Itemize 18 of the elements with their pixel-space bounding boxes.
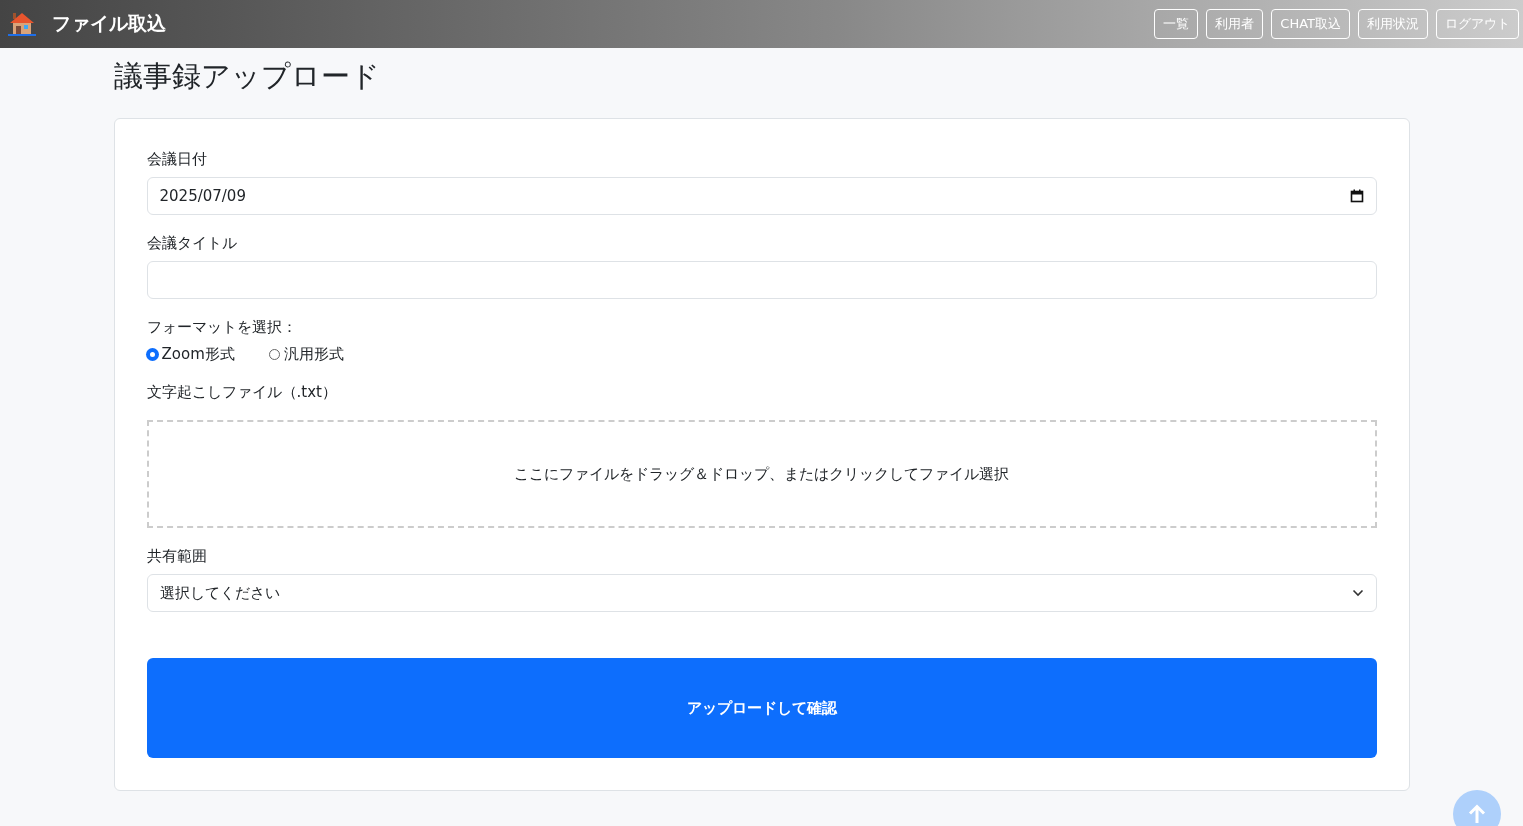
field-label: フォーマットを選択：	[146, 317, 298, 337]
field-label: 会議日付	[146, 149, 208, 169]
calendar-icon[interactable]	[1349, 189, 1364, 203]
upload-button[interactable]: アップロードして確認	[146, 658, 1377, 758]
app-title: ファイル取込	[52, 11, 166, 36]
field-label: 会議タイトル	[146, 233, 238, 253]
radio-icon[interactable]	[146, 349, 158, 360]
file-dropzone[interactable]: ここにファイルをドラッグ＆ドロップ、またはクリックしてファイル選択	[146, 420, 1377, 528]
field-label: 共有範囲	[146, 546, 208, 566]
field-label: 文字起こしファイル（.txt）	[146, 382, 338, 402]
radio-option[interactable]: 汎用形式	[268, 345, 344, 364]
title-input[interactable]	[146, 261, 1377, 299]
scope-select[interactable]: 選択してください	[146, 574, 1377, 612]
page-title: 議事録アップロード	[113, 58, 381, 95]
chevron-down-icon[interactable]	[1351, 589, 1364, 597]
date-field[interactable]: 2025/07/09	[146, 177, 1377, 215]
house-icon	[6, 11, 38, 37]
radio-option[interactable]: Zoom形式	[146, 345, 235, 364]
